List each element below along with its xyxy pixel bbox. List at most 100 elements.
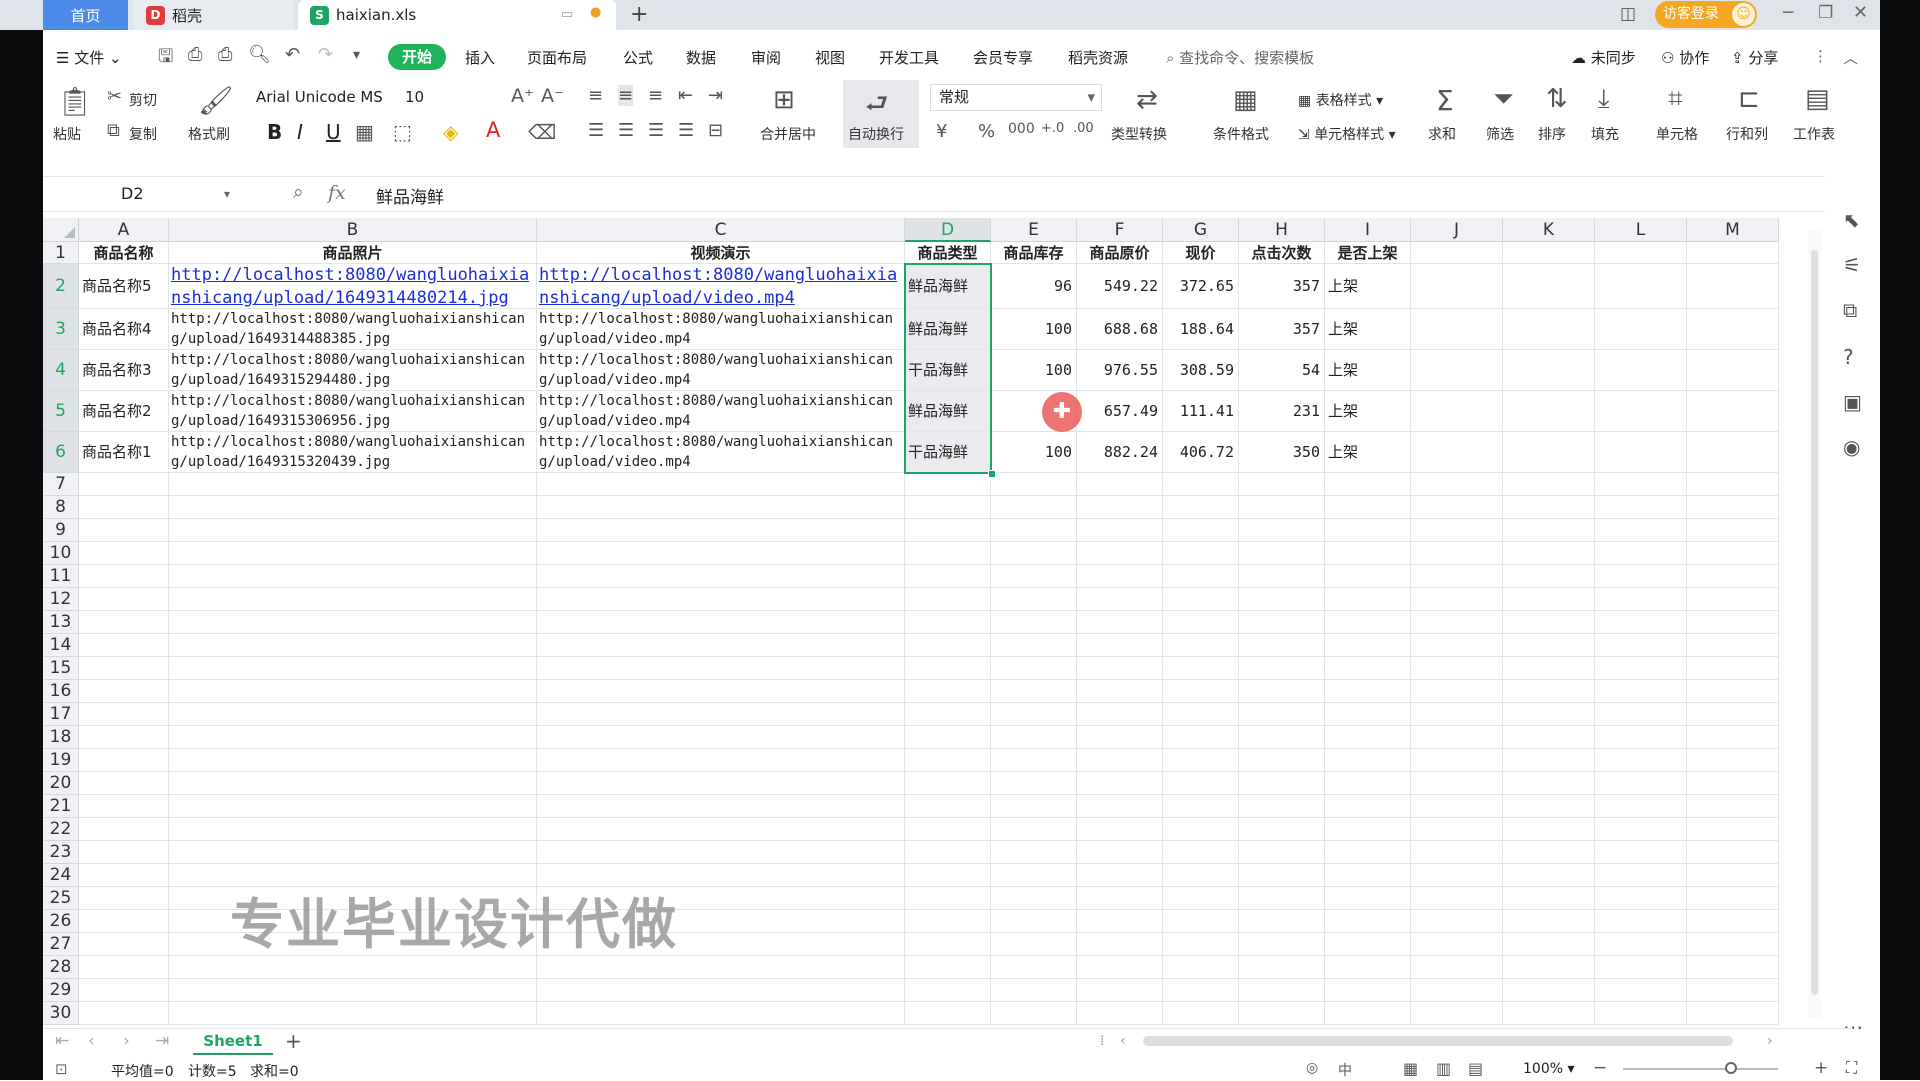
empty-cell[interactable] bbox=[905, 749, 991, 772]
empty-cell[interactable] bbox=[537, 818, 905, 841]
thousands-separator-icon[interactable]: 000 bbox=[1008, 121, 1035, 137]
empty-cell[interactable] bbox=[1239, 864, 1325, 887]
cell-listed[interactable]: 上架 bbox=[1325, 350, 1411, 391]
empty-cell[interactable] bbox=[169, 519, 537, 542]
empty-cell[interactable] bbox=[1595, 496, 1687, 519]
empty-cell[interactable] bbox=[991, 910, 1077, 933]
next-sheet-icon[interactable]: › bbox=[123, 1031, 130, 1051]
analysis-icon[interactable]: ▣ bbox=[1843, 390, 1862, 414]
zoom-out-icon[interactable]: − bbox=[1593, 1058, 1607, 1078]
empty-cell[interactable] bbox=[1503, 772, 1595, 795]
empty-cell[interactable] bbox=[79, 979, 169, 1002]
empty-cell[interactable] bbox=[905, 588, 991, 611]
empty-cell[interactable] bbox=[1595, 841, 1687, 864]
empty-cell[interactable] bbox=[1163, 910, 1239, 933]
empty-cell[interactable] bbox=[1077, 795, 1163, 818]
empty-cell[interactable] bbox=[1687, 242, 1779, 264]
empty-cell[interactable] bbox=[1077, 565, 1163, 588]
empty-cell[interactable] bbox=[1503, 910, 1595, 933]
empty-cell[interactable] bbox=[905, 956, 991, 979]
empty-cell[interactable] bbox=[1325, 841, 1411, 864]
column-header-m[interactable]: M bbox=[1687, 218, 1779, 242]
row-header-28[interactable]: 28 bbox=[43, 956, 79, 979]
empty-cell[interactable] bbox=[1239, 588, 1325, 611]
cell-button[interactable]: 单元格 bbox=[1656, 124, 1698, 144]
empty-cell[interactable] bbox=[1077, 887, 1163, 910]
empty-cell[interactable] bbox=[537, 956, 905, 979]
empty-cell[interactable] bbox=[905, 933, 991, 956]
distribute-icon[interactable]: ⊟ bbox=[708, 120, 723, 141]
empty-cell[interactable] bbox=[1077, 726, 1163, 749]
column-header-g[interactable]: G bbox=[1163, 218, 1239, 242]
empty-cell[interactable] bbox=[1325, 542, 1411, 565]
empty-cell[interactable] bbox=[1503, 680, 1595, 703]
empty-cell[interactable] bbox=[1687, 264, 1779, 309]
zoom-level[interactable]: 100% ▾ bbox=[1523, 1061, 1575, 1077]
empty-cell[interactable] bbox=[1595, 772, 1687, 795]
empty-cell[interactable] bbox=[1503, 933, 1595, 956]
empty-cell[interactable] bbox=[991, 634, 1077, 657]
merge-center-button[interactable]: 合并居中 bbox=[760, 124, 816, 144]
scroll-right-icon[interactable]: › bbox=[1767, 1033, 1773, 1049]
empty-cell[interactable] bbox=[537, 588, 905, 611]
cell-type[interactable]: 鲜品海鲜 bbox=[905, 309, 991, 350]
menu-file[interactable]: ☰ 文件 ⌄ bbox=[56, 47, 122, 68]
empty-cell[interactable] bbox=[1239, 473, 1325, 496]
empty-cell[interactable] bbox=[1411, 772, 1503, 795]
empty-cell[interactable] bbox=[1503, 749, 1595, 772]
empty-cell[interactable] bbox=[1325, 887, 1411, 910]
empty-cell[interactable] bbox=[1325, 634, 1411, 657]
empty-cell[interactable] bbox=[1411, 634, 1503, 657]
empty-cell[interactable] bbox=[1687, 841, 1779, 864]
empty-cell[interactable] bbox=[1077, 956, 1163, 979]
empty-cell[interactable] bbox=[1411, 611, 1503, 634]
empty-cell[interactable] bbox=[1595, 565, 1687, 588]
empty-cell[interactable] bbox=[1595, 726, 1687, 749]
minimize-icon[interactable]: ─ bbox=[1783, 3, 1793, 23]
empty-cell[interactable] bbox=[79, 818, 169, 841]
empty-cell[interactable] bbox=[905, 841, 991, 864]
empty-cell[interactable] bbox=[991, 680, 1077, 703]
empty-cell[interactable] bbox=[1325, 979, 1411, 1002]
empty-cell[interactable] bbox=[537, 634, 905, 657]
empty-cell[interactable] bbox=[1239, 933, 1325, 956]
empty-cell[interactable] bbox=[169, 634, 537, 657]
column-header-c[interactable]: C bbox=[537, 218, 905, 242]
empty-cell[interactable] bbox=[1239, 496, 1325, 519]
input-method[interactable]: 中 bbox=[1338, 1060, 1352, 1080]
cell-clicks[interactable]: 54 bbox=[1239, 350, 1325, 391]
column-header-k[interactable]: K bbox=[1503, 218, 1595, 242]
cell-photo[interactable]: http://localhost:8080/wangluohaixianshic… bbox=[169, 309, 537, 350]
empty-cell[interactable] bbox=[1687, 726, 1779, 749]
empty-cell[interactable] bbox=[79, 772, 169, 795]
empty-cell[interactable] bbox=[1411, 473, 1503, 496]
empty-cell[interactable] bbox=[1325, 657, 1411, 680]
empty-cell[interactable] bbox=[905, 772, 991, 795]
vertical-scroll-thumb[interactable] bbox=[1811, 250, 1818, 995]
empty-cell[interactable] bbox=[991, 749, 1077, 772]
percent-icon[interactable]: % bbox=[978, 121, 995, 142]
empty-cell[interactable] bbox=[1687, 864, 1779, 887]
empty-cell[interactable] bbox=[1239, 519, 1325, 542]
empty-cell[interactable] bbox=[1411, 979, 1503, 1002]
empty-cell[interactable] bbox=[537, 1002, 905, 1025]
empty-cell[interactable] bbox=[991, 795, 1077, 818]
empty-cell[interactable] bbox=[1503, 795, 1595, 818]
cell-type[interactable]: 鲜品海鲜 bbox=[905, 264, 991, 309]
empty-cell[interactable] bbox=[79, 588, 169, 611]
empty-cell[interactable] bbox=[1411, 496, 1503, 519]
empty-cell[interactable] bbox=[1239, 772, 1325, 795]
new-tab-button[interactable]: + bbox=[630, 2, 648, 27]
cell-fill-style-icon[interactable]: ⬚ bbox=[393, 120, 412, 144]
empty-cell[interactable] bbox=[169, 1002, 537, 1025]
empty-cell[interactable] bbox=[79, 473, 169, 496]
empty-cell[interactable] bbox=[991, 519, 1077, 542]
empty-cell[interactable] bbox=[991, 772, 1077, 795]
empty-cell[interactable] bbox=[991, 1002, 1077, 1025]
empty-cell[interactable] bbox=[1411, 657, 1503, 680]
collaborate-button[interactable]: ⚇ 协作 bbox=[1661, 47, 1709, 68]
add-sheet-button[interactable]: + bbox=[285, 1029, 302, 1053]
row-header-19[interactable]: 19 bbox=[43, 749, 79, 772]
row-header-1[interactable]: 1 bbox=[43, 242, 79, 264]
select-all-corner[interactable] bbox=[43, 218, 79, 242]
